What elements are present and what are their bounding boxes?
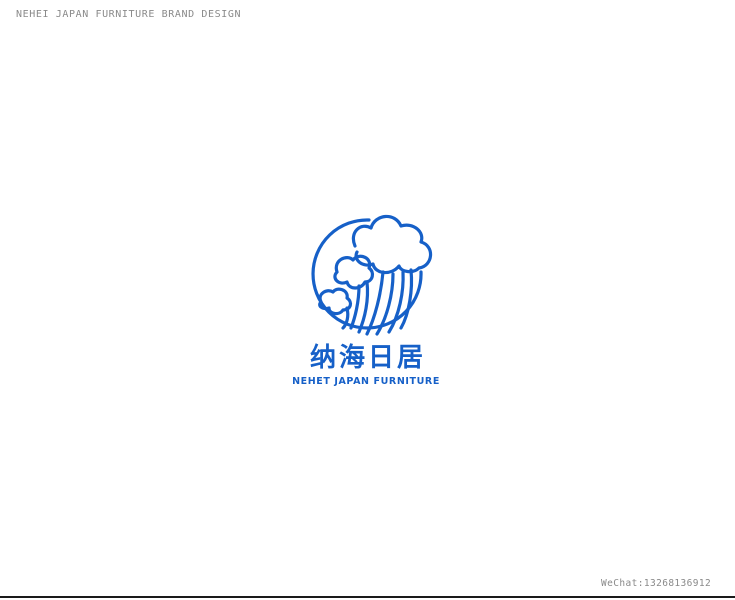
bottom-divider — [0, 596, 735, 598]
brand-name-chinese: 纳海日居 — [309, 343, 426, 373]
wave-stroke-6 — [349, 284, 361, 330]
brand-name-english: NEHET JAPAN FURNITURE — [292, 376, 440, 387]
presentation-page: NEHEI JAPAN FURNITURE BRAND DESIGN 纳海日居 … — [0, 0, 735, 600]
top-cloud — [351, 214, 433, 275]
brand-logo: 纳海日居 NEHET JAPAN FURNITURE — [292, 206, 445, 396]
wave-cloud-circle-icon — [311, 214, 433, 336]
header-caption: NEHEI JAPAN FURNITURE BRAND DESIGN — [16, 9, 242, 20]
footer-contact: WeChat:13268136912 — [601, 578, 712, 589]
